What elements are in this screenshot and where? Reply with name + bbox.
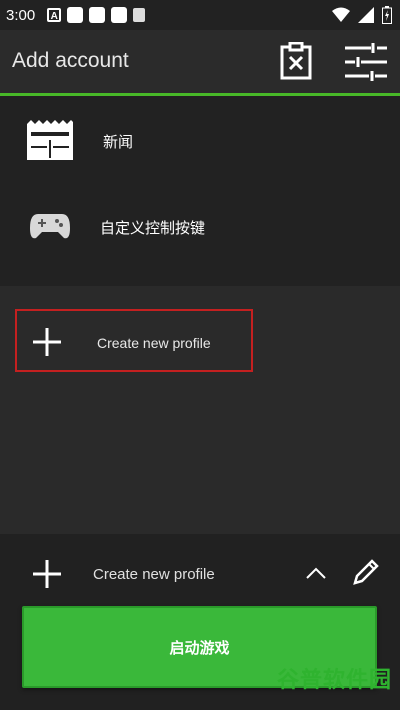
add-profile-button[interactable] — [33, 560, 61, 593]
battery-icon — [382, 6, 392, 24]
sliders-icon — [345, 43, 387, 81]
plus-icon — [33, 560, 61, 588]
menu-item-news[interactable]: 新闻 — [0, 96, 400, 182]
create-profile-item[interactable]: Create new profile — [15, 309, 253, 372]
status-notifications: A — [47, 7, 146, 23]
notification-icon — [111, 7, 128, 23]
create-profile-label: Create new profile — [97, 335, 211, 351]
pencil-icon — [353, 559, 379, 585]
plus-icon — [33, 328, 61, 356]
notification-a-icon: A — [47, 8, 62, 22]
menu-label-news: 新闻 — [103, 134, 134, 151]
status-bar: 3:00 A — [0, 0, 400, 30]
expand-profiles-button[interactable] — [306, 566, 326, 584]
profile-selector-label[interactable]: Create new profile — [93, 566, 215, 583]
chevron-up-icon — [306, 567, 326, 579]
app-bar: Add account — [0, 30, 400, 94]
settings-button[interactable] — [345, 43, 387, 86]
menu-panel: 新闻 自定义控制按键 — [0, 96, 400, 286]
page-title: Add account — [12, 49, 129, 72]
signal-icon — [358, 7, 374, 23]
notification-icon — [133, 8, 146, 22]
menu-label-custom-controls: 自定义控制按键 — [100, 220, 206, 237]
gamepad-icon — [30, 214, 70, 239]
watermark: 谷普软件园 — [276, 667, 392, 692]
edit-profile-button[interactable] — [352, 558, 380, 591]
status-system-icons — [332, 6, 392, 24]
delete-account-button[interactable] — [280, 41, 312, 85]
notification-icon — [89, 7, 106, 23]
wifi-icon — [332, 7, 350, 22]
notification-icon — [67, 7, 84, 23]
status-time: 3:00 — [6, 6, 36, 24]
delete-clipboard-icon — [280, 41, 312, 80]
menu-item-custom-controls[interactable]: 自定义控制按键 — [0, 182, 400, 268]
news-icon — [27, 120, 73, 160]
